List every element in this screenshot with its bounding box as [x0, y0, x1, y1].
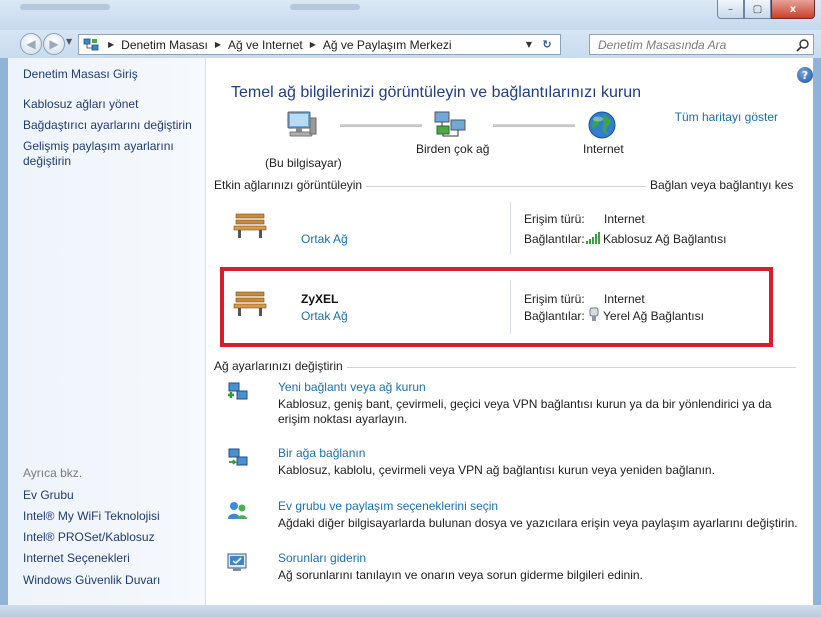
task-title-link[interactable]: Sorunları giderin — [278, 551, 366, 565]
homegroup-sharing-icon — [226, 499, 248, 521]
window-bottom-border — [0, 605, 821, 617]
highlight-box — [220, 267, 773, 347]
internet-label: Internet — [583, 142, 624, 156]
task-new-connection: Yeni bağlantı veya ağ kurun Kablosuz, ge… — [226, 380, 796, 430]
breadcrumb-network-internet[interactable]: Ağ ve Internet — [228, 38, 303, 52]
see-full-map-link[interactable]: Tüm haritayı göster — [675, 110, 778, 124]
computer-icon[interactable] — [284, 110, 318, 143]
sidebar-item-windows-firewall[interactable]: Windows Güvenlik Duvarı — [23, 573, 160, 588]
multiple-networks-icon[interactable] — [433, 110, 467, 143]
window-controls: – ▢ x — [717, 0, 815, 19]
sidebar-item-intel-proset[interactable]: Intel® PROSet/Kablosuz — [23, 530, 155, 545]
network-1-divider — [510, 202, 511, 254]
access-type-label: Erişim türü: — [524, 292, 585, 306]
map-connection-line — [340, 124, 422, 127]
see-also-heading: Ayrıca bkz. — [23, 466, 83, 480]
main-panel: ? Temel ağ bilgilerinizi görüntüleyin ve… — [206, 58, 813, 605]
wireless-connection-link[interactable]: Kablosuz Ağ Bağlantısı — [603, 232, 726, 246]
network-2-divider — [510, 280, 511, 334]
bench-network-icon[interactable] — [233, 210, 267, 243]
task-title-link[interactable]: Ev grubu ve paylaşım seçeneklerini seçin — [278, 499, 498, 513]
title-blur — [290, 4, 360, 10]
active-networks-heading: Etkin ağlarınızı görüntüleyin — [214, 178, 367, 192]
breadcrumb-control-panel[interactable]: Denetim Masası — [121, 38, 208, 52]
map-connection-line — [493, 124, 575, 127]
recent-pages-dropdown[interactable]: ▼ — [66, 37, 72, 46]
task-connect-network: Bir ağa bağlanın Kablosuz, kablolu, çevi… — [226, 446, 796, 482]
page-title: Temel ağ bilgilerinizi görüntüleyin ve b… — [231, 84, 641, 101]
breadcrumb-network-center[interactable]: Ağ ve Paylaşım Merkezi — [323, 38, 452, 52]
search-placeholder: Denetim Masasında Ara — [598, 38, 727, 52]
close-button[interactable]: x — [771, 0, 815, 19]
address-bar[interactable]: ▶ Denetim Masası ▶ Ağ ve Internet ▶ Ağ v… — [78, 34, 561, 55]
maximize-button[interactable]: ▢ — [744, 0, 771, 19]
task-description: Ağdaki diğer bilgisayarlarda bulunan dos… — [278, 516, 798, 530]
sidebar-item-adapter-settings[interactable]: Bağdaştırıcı ayarlarını değiştirin — [23, 118, 192, 133]
task-title-link[interactable]: Bir ağa bağlanın — [278, 446, 365, 460]
sidebar-item-intel-my-wifi[interactable]: Intel® My WiFi Teknolojisi — [23, 509, 160, 524]
network-2-name: ZyXEL — [301, 292, 339, 306]
title-bar: – ▢ x — [0, 0, 821, 30]
network-2-access-value: Internet — [604, 292, 645, 306]
connect-network-icon — [226, 446, 248, 468]
sidebar-item-manage-wireless[interactable]: Kablosuz ağları yönet — [23, 97, 138, 112]
change-settings-heading: Ağ ayarlarınızı değiştirin — [214, 359, 347, 373]
new-connection-icon — [226, 380, 248, 402]
task-homegroup-sharing: Ev grubu ve paylaşım seçeneklerini seçin… — [226, 499, 798, 535]
breadcrumb-arrow-icon[interactable]: ▶ — [108, 40, 114, 49]
sidebar: Denetim Masası Giriş Kablosuz ağları yön… — [8, 58, 206, 605]
network-2-type-link[interactable]: Ortak Ağ — [301, 309, 348, 323]
troubleshoot-icon — [226, 551, 248, 573]
breadcrumb-arrow-icon[interactable]: ▶ — [310, 40, 316, 49]
this-computer-label: (Bu bilgisayar) — [265, 156, 342, 170]
task-description: Ağ sorunlarını tanılayın ve onarın veya … — [278, 568, 643, 582]
network-center-icon — [83, 38, 99, 52]
internet-globe-icon[interactable] — [587, 110, 617, 143]
wifi-signal-icon — [586, 232, 600, 247]
sidebar-item-internet-options[interactable]: Internet Seçenekleri — [23, 551, 130, 566]
connections-label: Bağlantılar: — [524, 309, 585, 323]
refresh-icon[interactable]: ↻ — [537, 36, 557, 53]
breadcrumb: ▶ Denetim Masası ▶ Ağ ve Internet ▶ Ağ v… — [105, 38, 452, 52]
breadcrumb-arrow-icon[interactable]: ▶ — [215, 40, 221, 49]
bench-network-icon[interactable] — [233, 288, 267, 321]
task-description: Kablosuz, geniş bant, çevirmeli, geçici … — [278, 397, 772, 426]
forward-button[interactable]: ▶ — [43, 33, 65, 55]
minimize-button[interactable]: – — [717, 0, 744, 19]
ethernet-plug-icon — [589, 307, 599, 325]
title-blur — [20, 4, 110, 10]
sidebar-item-advanced-sharing[interactable]: Gelişmiş paylaşım ayarlarını değiştirin — [23, 139, 198, 169]
multiple-networks-label: Birden çok ağ — [416, 142, 490, 156]
connect-disconnect-link[interactable]: Bağlan veya bağlantıyı kes — [646, 178, 798, 192]
local-area-connection-link[interactable]: Yerel Ağ Bağlantısı — [603, 309, 704, 323]
task-title-link[interactable]: Yeni bağlantı veya ağ kurun — [278, 380, 426, 394]
search-icon[interactable] — [793, 36, 813, 54]
network-1-type-link[interactable]: Ortak Ağ — [301, 232, 348, 246]
back-button[interactable]: ◀ — [20, 33, 42, 55]
sidebar-item-homegroup[interactable]: Ev Grubu — [23, 488, 74, 503]
task-description: Kablosuz, kablolu, çevirmeli veya VPN ağ… — [278, 463, 715, 477]
help-icon[interactable]: ? — [797, 67, 813, 83]
access-type-label: Erişim türü: — [524, 212, 585, 226]
search-input[interactable]: Denetim Masasında Ara — [589, 34, 814, 55]
network-1-access-value: Internet — [604, 212, 645, 226]
sidebar-item-control-panel-home[interactable]: Denetim Masası Giriş — [23, 67, 138, 82]
address-history-dropdown[interactable]: ▼ — [526, 40, 532, 49]
connections-label: Bağlantılar: — [524, 232, 585, 246]
navigation-bar: ◀ ▶ ▼ ▶ Denetim Masası ▶ Ağ ve Internet … — [0, 30, 821, 58]
task-troubleshoot: Sorunları giderin Ağ sorunlarını tanılay… — [226, 551, 796, 587]
